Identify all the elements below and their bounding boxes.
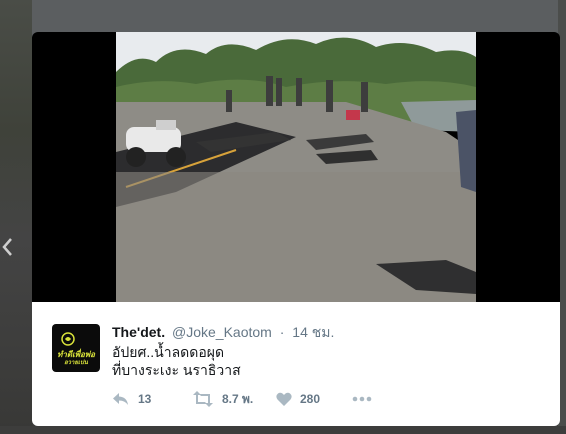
background-bottom-strip — [0, 426, 566, 434]
tweet-card: ทำดีเพื่อพ่อ อวายเปน The'det. @Joke_Kaot… — [32, 302, 560, 426]
tweet-text: อัปยศ..น้ำลดดอผุด ที่บางระเงะ นราธิวาส — [112, 343, 532, 379]
avatar[interactable]: ทำดีเพื่อพ่อ อวายเปน — [52, 324, 100, 372]
tweet-text-line-1: อัปยศ..น้ำลดดอผุด — [112, 344, 225, 360]
tweet-text-line-2: ที่บางระเงะ นราธิวาส — [112, 362, 241, 378]
media-viewer — [32, 32, 560, 302]
heart-icon — [276, 392, 292, 406]
avatar-caption-line-2: อวายเปน — [64, 360, 88, 366]
display-name[interactable]: The'det. — [112, 324, 165, 340]
more-icon — [352, 396, 372, 402]
reply-count: 13 — [138, 392, 152, 406]
chevron-left-icon[interactable] — [0, 237, 14, 259]
separator: · — [279, 324, 285, 340]
reply-icon — [113, 393, 128, 405]
tweet-actions: 13 8.7 พ. 280 — [112, 389, 412, 409]
retweet-button[interactable]: 8.7 พ. — [192, 389, 253, 409]
avatar-caption: ทำดีเพื่อพ่อ อวายเปน — [52, 350, 100, 368]
like-button[interactable]: 280 — [276, 389, 320, 409]
more-button[interactable] — [352, 389, 372, 409]
user-handle[interactable]: @Joke_Kaotom — [172, 324, 272, 340]
retweet-icon — [193, 391, 213, 407]
retweet-count: 8.7 พ. — [222, 391, 254, 406]
avatar-caption-line-1: ทำดีเพื่อพ่อ — [57, 350, 95, 359]
avatar-logo-icon — [61, 332, 75, 346]
like-count: 280 — [300, 392, 321, 406]
reply-button[interactable]: 13 — [112, 389, 151, 409]
timestamp[interactable]: 14 ชม. — [292, 324, 334, 340]
background-left-strip — [0, 0, 32, 434]
tweet-photo[interactable] — [116, 32, 476, 302]
tweet-header: The'det. @Joke_Kaotom · 14 ชม. — [112, 323, 334, 341]
